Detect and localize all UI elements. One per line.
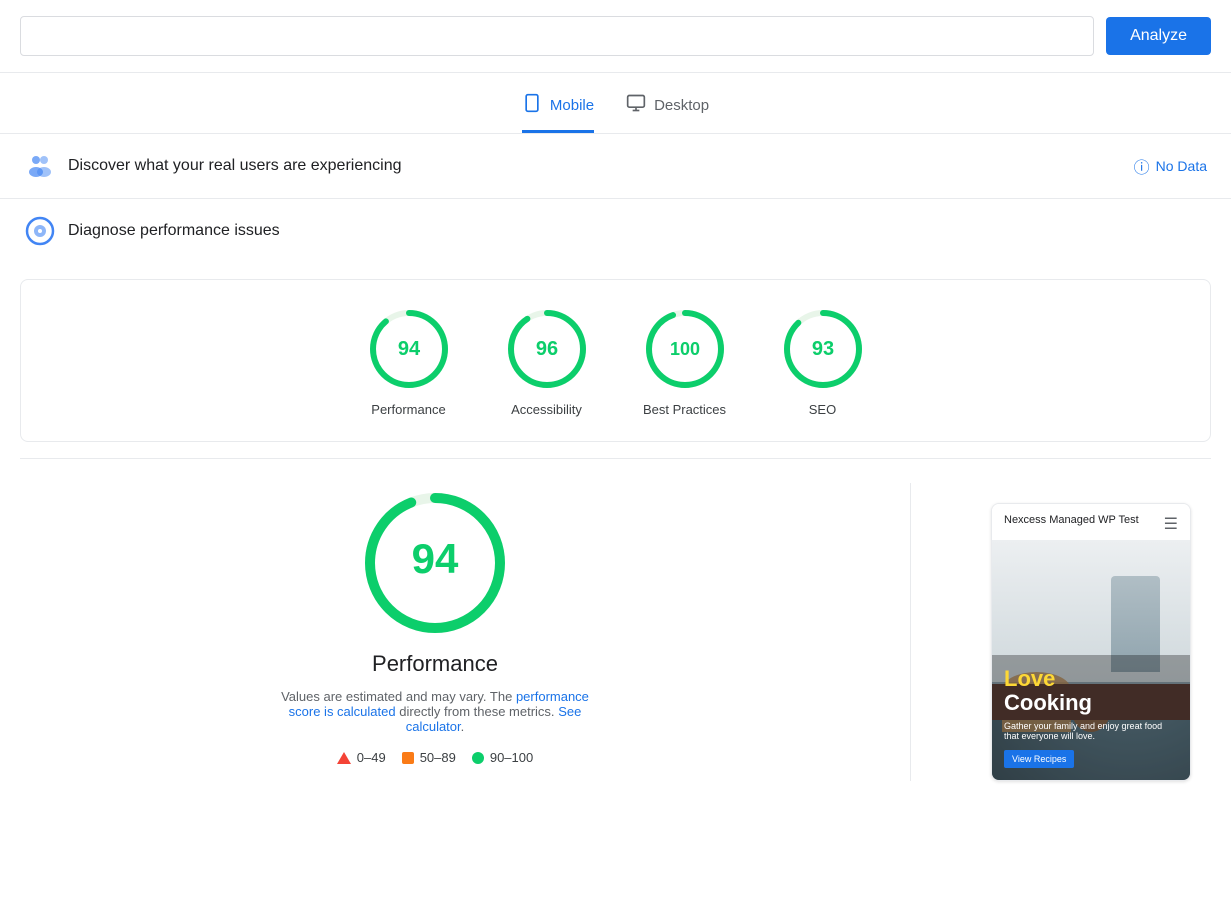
phone-heading-yellow: Love: [1004, 666, 1055, 691]
phone-header: Nexcess Managed WP Test ☰: [992, 504, 1190, 540]
divider-vertical: [910, 483, 911, 781]
svg-text:96: 96: [535, 338, 557, 360]
analyze-button[interactable]: Analyze: [1106, 17, 1211, 55]
scores-container: 94 Performance 96 Accessibility 100 Best…: [20, 279, 1211, 442]
score-item-performance: 94 Performance: [364, 304, 454, 417]
diagnose-section: Diagnose performance issues: [0, 199, 1231, 263]
performance-section: 94 Performance Values are estimated and …: [0, 459, 1231, 805]
real-users-section: Discover what your real users are experi…: [0, 134, 1231, 199]
pass-range: 90–100: [490, 750, 533, 765]
fail-range: 0–49: [357, 750, 386, 765]
no-data-badge: ⓘ No Data: [1134, 154, 1207, 178]
score-item-accessibility: 96 Accessibility: [502, 304, 592, 417]
legend-pass: 90–100: [472, 750, 533, 765]
legend: 0–49 50–89 90–100: [337, 750, 533, 765]
tab-mobile[interactable]: Mobile: [522, 93, 594, 133]
real-users-title: Discover what your real users are experi…: [68, 157, 401, 175]
score-item-best-practices: 100 Best Practices: [640, 304, 730, 417]
desktop-icon: [626, 93, 646, 118]
svg-text:94: 94: [412, 535, 459, 582]
performance-label: Performance: [371, 402, 445, 417]
phone-heading-white: Cooking: [1004, 690, 1092, 715]
performance-note: Values are estimated and may vary. The p…: [275, 689, 595, 734]
tab-mobile-label: Mobile: [550, 97, 594, 114]
phone-preview-wrapper: Nexcess Managed WP Test ☰ Love Cooking: [991, 483, 1191, 781]
fail-icon: [337, 752, 351, 764]
users-icon: [24, 150, 56, 182]
header: https://nexwptest.cyou/ Analyze: [0, 0, 1231, 73]
best-practices-label: Best Practices: [643, 402, 726, 417]
mobile-icon: [522, 93, 542, 118]
pass-icon: [472, 752, 484, 764]
phone-heading: Love Cooking: [1004, 667, 1178, 715]
svg-text:94: 94: [397, 338, 420, 360]
average-icon: [402, 752, 414, 764]
score-item-seo: 93 SEO: [778, 304, 868, 417]
phone-menu-icon: ☰: [1164, 514, 1178, 534]
diagnose-icon: [24, 215, 56, 247]
performance-main-label: Performance: [372, 651, 498, 677]
performance-left: 94 Performance Values are estimated and …: [40, 483, 830, 781]
average-range: 50–89: [420, 750, 456, 765]
info-icon: ⓘ: [1134, 154, 1150, 178]
phone-site-name: Nexcess Managed WP Test: [1004, 514, 1139, 526]
phone-image: Love Cooking Gather your family and enjo…: [992, 540, 1190, 780]
no-data-label: No Data: [1156, 158, 1207, 174]
url-input[interactable]: https://nexwptest.cyou/: [20, 16, 1094, 56]
phone-preview: Nexcess Managed WP Test ☰ Love Cooking: [991, 503, 1191, 781]
legend-fail: 0–49: [337, 750, 386, 765]
accessibility-label: Accessibility: [511, 402, 582, 417]
phone-subtext: Gather your family and enjoy great food …: [1004, 721, 1178, 741]
phone-overlay: Love Cooking Gather your family and enjo…: [992, 655, 1190, 780]
svg-text:93: 93: [811, 338, 833, 360]
tab-desktop-label: Desktop: [654, 97, 709, 114]
tab-desktop[interactable]: Desktop: [626, 93, 709, 133]
diagnose-title: Diagnose performance issues: [68, 222, 280, 240]
phone-cta-button[interactable]: View Recipes: [1004, 750, 1074, 768]
svg-text:100: 100: [669, 339, 699, 359]
seo-label: SEO: [809, 402, 836, 417]
large-gauge: 94: [355, 483, 515, 643]
tabs: Mobile Desktop: [0, 73, 1231, 134]
legend-average: 50–89: [402, 750, 456, 765]
